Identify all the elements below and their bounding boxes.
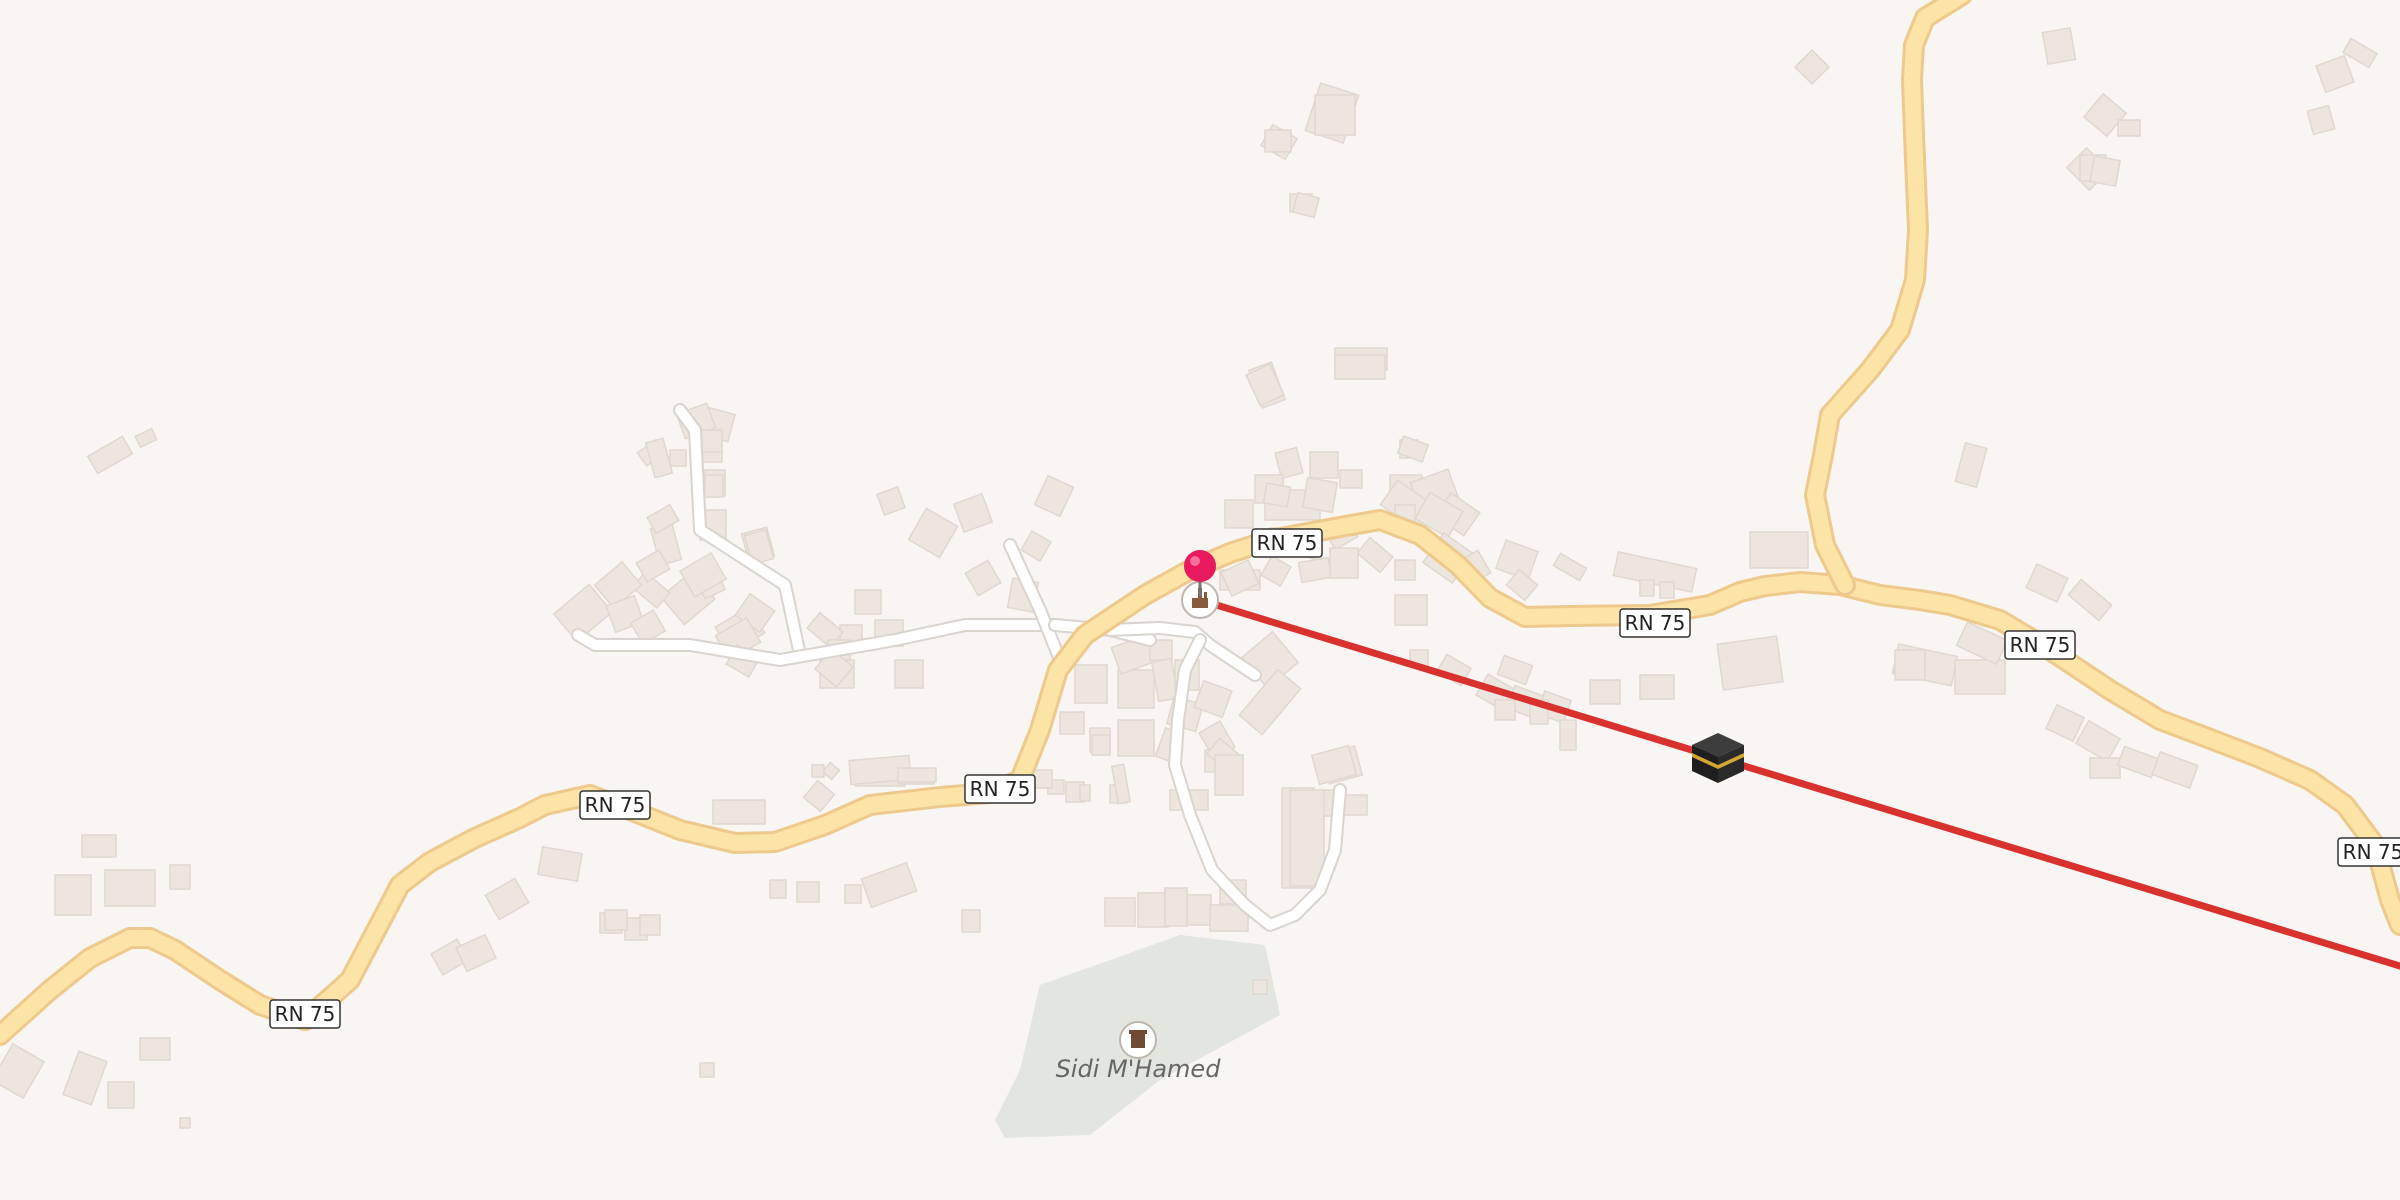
road-shield: RN 75: [2004, 630, 2076, 660]
road-shield-label: RN 75: [2010, 633, 2071, 657]
road-shield: RN 75: [1619, 608, 1691, 638]
road-shield-label: RN 75: [1625, 611, 1686, 635]
road-shield-label: RN 75: [275, 1002, 336, 1026]
road-shield: RN 75: [579, 790, 651, 820]
road-shield-label: RN 75: [2343, 840, 2400, 864]
road-shield: RN 75: [2337, 837, 2400, 867]
place-label: Sidi M'Hamed: [1056, 1055, 1222, 1083]
road-shield-label: RN 75: [1257, 531, 1318, 555]
map-canvas[interactable]: RN 75 RN 75 RN 75 RN 75 RN 75 RN 75 RN 7…: [0, 0, 2400, 1200]
qibla-route-line: [1196, 596, 2400, 970]
road-shield: RN 75: [964, 774, 1036, 804]
minor-roads: [571, 403, 1347, 932]
road-shield: RN 75: [1251, 528, 1323, 558]
road-shield-label: RN 75: [970, 777, 1031, 801]
road-shield: RN 75: [269, 999, 341, 1029]
primary-road-rn75: [0, 0, 2400, 1046]
shrine-icon[interactable]: [1119, 1021, 1157, 1059]
road-shield-label: RN 75: [585, 793, 646, 817]
kaaba-icon[interactable]: [1692, 733, 1744, 783]
